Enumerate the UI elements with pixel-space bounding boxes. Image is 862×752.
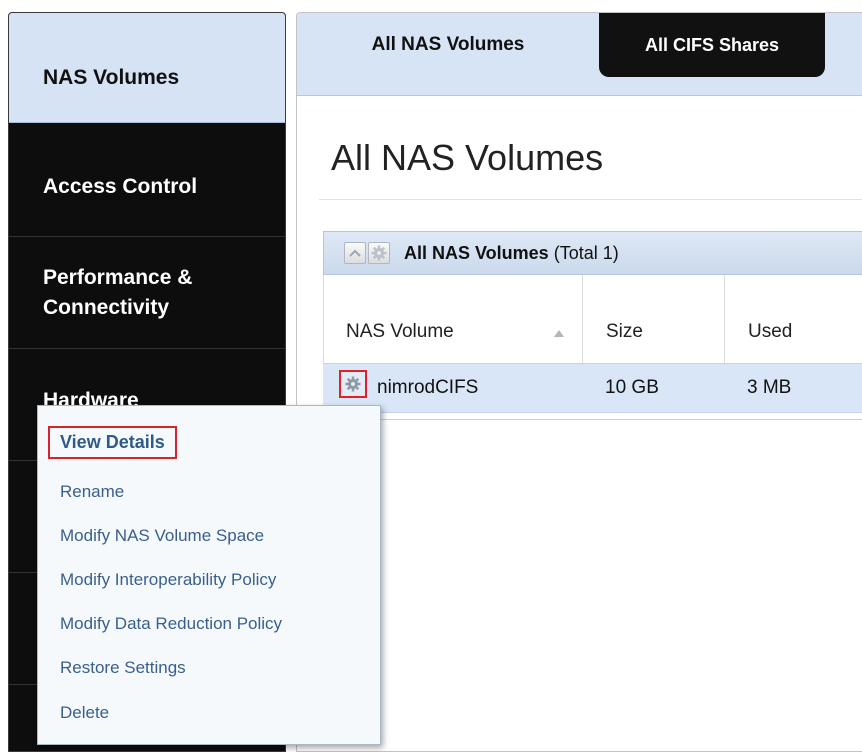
menu-item-rename[interactable]: Rename: [60, 482, 124, 502]
sidebar-item-nas-volumes[interactable]: NAS Volumes: [9, 13, 285, 123]
column-header-used[interactable]: Used: [748, 321, 792, 343]
table-row[interactable]: nimrodCIFS 10 GB 3 MB: [323, 363, 862, 413]
column-divider: [582, 275, 583, 363]
tab-all-nas-volumes[interactable]: All NAS Volumes: [297, 13, 599, 77]
tab-all-cifs-shares[interactable]: All CIFS Shares: [599, 13, 825, 77]
row-actions-button[interactable]: [339, 370, 367, 398]
sidebar-item-label: Access Control: [43, 174, 198, 198]
sidebar-item-label: Performance & Connectivity: [43, 265, 193, 319]
chevron-up-icon: [349, 249, 361, 257]
menu-item-modify-data-reduction-policy[interactable]: Modify Data Reduction Policy: [60, 614, 282, 634]
grid-title: All NAS Volumes (Total 1): [404, 243, 619, 264]
tab-label: All NAS Volumes: [371, 34, 525, 55]
grid-settings-button[interactable]: [368, 242, 390, 264]
cell-used: 3 MB: [747, 377, 792, 398]
column-header-nas-volume[interactable]: NAS Volume: [346, 321, 454, 343]
context-menu: View Details Rename Modify NAS Volume Sp…: [37, 405, 381, 745]
tab-label: All CIFS Shares: [644, 34, 780, 55]
collapse-button[interactable]: [344, 242, 366, 264]
sort-ascending-icon: [554, 330, 564, 337]
grid-bottom-border: [323, 419, 862, 420]
menu-item-delete[interactable]: Delete: [60, 703, 109, 723]
column-headers: NAS Volume Size Used: [323, 275, 862, 363]
column-divider: [724, 275, 725, 363]
sidebar-item-label: NAS Volumes: [43, 65, 180, 89]
grid-total: (Total 1): [553, 243, 619, 263]
grid-title-text: All NAS Volumes: [404, 243, 549, 263]
gear-icon: [345, 376, 361, 392]
menu-item-restore-settings[interactable]: Restore Settings: [60, 658, 186, 678]
cell-size: 10 GB: [605, 377, 659, 398]
menu-item-modify-nas-volume-space[interactable]: Modify NAS Volume Space: [60, 526, 264, 546]
divider: [319, 199, 862, 200]
sidebar-item-access-control[interactable]: Access Control: [9, 123, 285, 237]
page-title: All NAS Volumes: [331, 137, 604, 178]
menu-item-view-details[interactable]: View Details: [48, 426, 177, 459]
column-header-size[interactable]: Size: [606, 321, 643, 343]
cell-nas-volume[interactable]: nimrodCIFS: [377, 377, 478, 399]
menu-item-modify-interoperability-policy[interactable]: Modify Interoperability Policy: [60, 570, 276, 590]
sidebar-item-performance-connectivity[interactable]: Performance & Connectivity: [9, 237, 285, 349]
gear-icon: [371, 245, 387, 261]
grid-header: All NAS Volumes (Total 1): [323, 231, 862, 275]
tab-bar: All NAS Volumes All CIFS Shares: [297, 13, 862, 96]
